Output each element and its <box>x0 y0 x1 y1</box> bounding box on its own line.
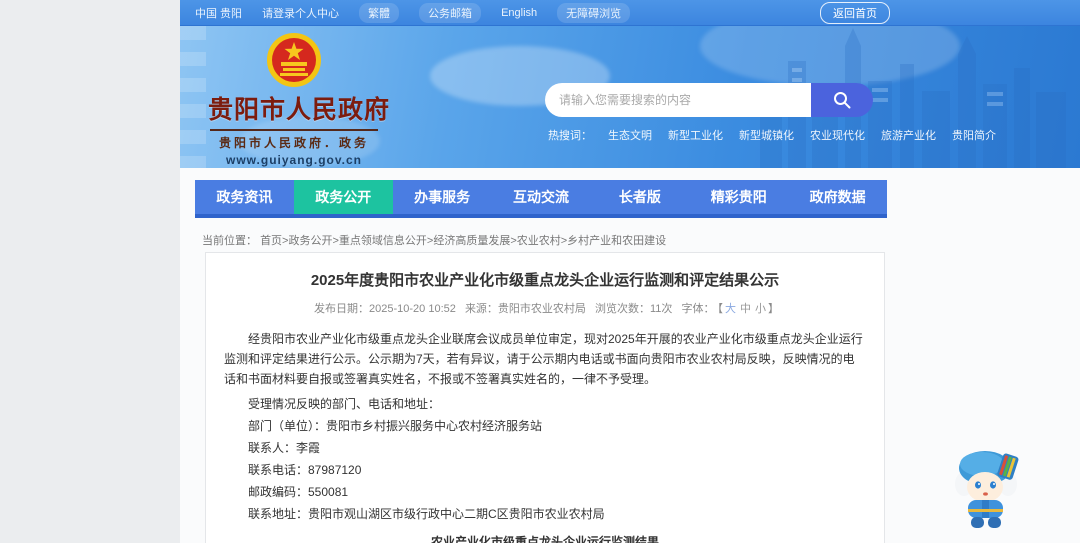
site-url: www.guiyang.gov.cn <box>225 153 362 167</box>
main-content-area: 政务资讯 政务公开 办事服务 互动交流 长者版 精彩贵阳 政府数据 当前位置： … <box>180 168 1080 543</box>
article-panel: 2025年度贵阳市农业产业化市级重点龙头企业运行监测和评定结果公示 发布日期：2… <box>205 252 885 543</box>
hot-search-word-1[interactable]: 生态文明 <box>608 127 652 143</box>
hot-search-word-5[interactable]: 旅游产业化 <box>881 127 936 143</box>
contact-department: 部门（单位）：贵阳市乡村振兴服务中心农村经济服务站 <box>248 419 543 433</box>
nav-tab-zhengfu-shuju[interactable]: 政府数据 <box>788 180 887 214</box>
primary-navigation: 政务资讯 政务公开 办事服务 互动交流 长者版 精彩贵阳 政府数据 <box>195 180 887 218</box>
font-size-large-button[interactable]: 大 <box>725 303 736 315</box>
postal-code: 邮政编码：550081 <box>248 485 349 499</box>
nav-tab-jingcai-guiyang[interactable]: 精彩贵阳 <box>689 180 788 214</box>
font-size-bracket-open: 【 <box>717 303 723 315</box>
topbar-link-accessibility[interactable]: 无障碍浏览 <box>557 2 631 23</box>
contact-address: 联系地址：贵阳市观山湖区市级行政中心二期C区贵阳市农业农村局 <box>248 507 605 521</box>
article-meta: 发布日期：2025-10-20 10:52 来源：贵阳市农业农村局 浏览次数：1… <box>224 300 866 316</box>
nav-tab-zhengwu-zixun[interactable]: 政务资讯 <box>195 180 294 214</box>
nav-tab-hudong-jiaoliu[interactable]: 互动交流 <box>492 180 591 214</box>
top-utility-bar-inner: 中国 贵阳 请登录个人中心 繁體 公务邮箱 English 无障碍浏览 返回首页 <box>195 1 890 24</box>
site-name: 贵阳市人民政府 <box>208 97 391 124</box>
topbar-link-official-mail[interactable]: 公务邮箱 <box>419 2 482 23</box>
nav-tab-zhengwu-gongkai[interactable]: 政务公开 <box>293 180 393 214</box>
breadcrumb-path[interactable]: 首页>政务公开>重点领域信息公开>经济高质量发展>农业农村>乡村产业和农田建设 <box>260 235 666 247</box>
topbar-link-english[interactable]: English <box>501 7 537 19</box>
site-banner: 贵阳市人民政府 贵阳市人民政府．政务 www.guiyang.gov.cn 热搜… <box>180 26 1080 168</box>
font-size-small-button[interactable]: 小 <box>755 303 766 315</box>
breadcrumb-label: 当前位置： <box>202 235 257 247</box>
topbar-link-traditional-chinese[interactable]: 繁體 <box>359 2 400 23</box>
banner-left-decoration <box>180 26 206 168</box>
logo-divider <box>210 129 378 131</box>
article-paragraph: 经贵阳市农业产业化市级重点龙头企业联席会议成员单位审定，现对2025年开展的农业… <box>224 332 863 386</box>
site-search <box>545 83 873 117</box>
breadcrumb: 当前位置： 首页>政务公开>重点领域信息公开>经济高质量发展>农业农村>乡村产业… <box>202 232 666 248</box>
article-body: 经贵阳市农业产业化市级重点龙头企业联席会议成员单位审定，现对2025年开展的农业… <box>224 329 866 543</box>
nav-tab-zhangzheban[interactable]: 长者版 <box>590 180 689 214</box>
national-emblem-icon <box>267 33 321 87</box>
nav-tab-banshi-fuwu[interactable]: 办事服务 <box>393 180 492 214</box>
search-button[interactable] <box>811 83 873 117</box>
search-icon <box>834 92 851 109</box>
article-source: 来源：贵阳市农业农村局 <box>464 303 586 315</box>
site-logo[interactable]: 贵阳市人民政府 贵阳市人民政府．政务 www.guiyang.gov.cn <box>208 32 391 167</box>
contact-person: 联系人：李霞 <box>248 441 321 455</box>
search-input[interactable] <box>545 83 811 117</box>
hot-search-label: 热搜词： <box>548 130 592 142</box>
article-title: 2025年度贵阳市农业产业化市级重点龙头企业运行监测和评定结果公示 <box>310 272 780 289</box>
result-table-caption: 农业产业化市级重点龙头企业运行监测结果 <box>430 535 659 543</box>
font-size-medium-button[interactable]: 中 <box>740 303 751 315</box>
article-paragraph: 受理情况反映的部门、电话和地址： <box>248 397 441 411</box>
hot-search-word-2[interactable]: 新型工业化 <box>668 127 723 143</box>
site-subtitle: 贵阳市人民政府．政务 <box>218 136 369 150</box>
font-size-bracket-close: 】 <box>767 303 779 315</box>
hot-search-row: 热搜词： 生态文明 新型工业化 新型城镇化 农业现代化 旅游产业化 贵阳简介 <box>548 127 996 143</box>
contact-phone: 联系电话：87987120 <box>248 463 362 477</box>
publish-date: 发布日期：2025-10-20 10:52 <box>314 303 456 315</box>
topbar-link-china-guiyang[interactable]: 中国 贵阳 <box>195 5 242 21</box>
top-utility-bar: 中国 贵阳 请登录个人中心 繁體 公务邮箱 English 无障碍浏览 返回首页 <box>180 0 1080 26</box>
back-to-home-button[interactable]: 返回首页 <box>820 1 890 24</box>
hot-search-word-6[interactable]: 贵阳简介 <box>952 127 996 143</box>
view-count: 浏览次数：11次 <box>595 303 673 315</box>
site-page: 中国 贵阳 请登录个人中心 繁體 公务邮箱 English 无障碍浏览 返回首页 <box>180 0 1080 543</box>
mascot-assistant[interactable] <box>948 440 1026 532</box>
hot-search-word-4[interactable]: 农业现代化 <box>810 127 865 143</box>
topbar-link-login-personal-center[interactable]: 请登录个人中心 <box>262 5 339 21</box>
hot-search-word-3[interactable]: 新型城镇化 <box>739 127 794 143</box>
font-size-label: 字体： <box>681 303 715 315</box>
